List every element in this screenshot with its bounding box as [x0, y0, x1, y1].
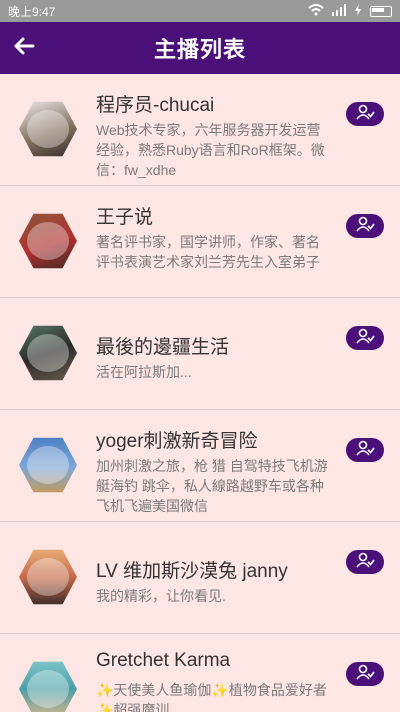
user-follow-icon	[355, 552, 375, 573]
anchor-desc: ✨天使美人鱼瑜伽✨植物食品爱好者✨超强魔训	[96, 682, 327, 712]
anchor-name: yoger刺激新奇冒险	[96, 431, 258, 452]
avatar	[19, 213, 77, 269]
charging-icon	[354, 3, 362, 19]
list-item[interactable]: 王子说 著名评书家，国学讲师，作家、著名评书表演艺术家刘兰芳先生入室弟子	[0, 186, 400, 298]
anchor-desc: 加州刺激之旅，枪 猎 自驾特技飞机游艇海钓 跳伞，私人線路越野车或各种飞机飞遍美…	[96, 458, 328, 514]
anchor-name: 程序员-chucai	[96, 95, 215, 116]
list-item[interactable]: 最後的邊疆生活 活在阿拉斯加...	[0, 298, 400, 410]
list-item[interactable]: Gretchet Karma ✨天使美人鱼瑜伽✨植物食品爱好者✨超强魔训	[0, 634, 400, 712]
back-button[interactable]	[10, 34, 38, 62]
app-bar: 主播列表	[0, 22, 400, 74]
follow-button[interactable]	[346, 550, 384, 574]
user-follow-icon	[355, 104, 375, 125]
follow-button[interactable]	[346, 438, 384, 462]
anchor-name: 最後的邊疆生活	[96, 337, 230, 358]
avatar	[19, 437, 77, 493]
anchor-list[interactable]: 程序员-chucai Web技术专家，六年服务器开发运营经验，熟悉Ruby语言和…	[0, 74, 400, 712]
list-item[interactable]: yoger刺激新奇冒险 加州刺激之旅，枪 猎 自驾特技飞机游艇海钓 跳伞，私人線…	[0, 410, 400, 522]
wifi-icon	[308, 3, 324, 19]
avatar	[19, 661, 77, 712]
follow-button[interactable]	[346, 326, 384, 350]
user-follow-icon	[355, 328, 375, 349]
page-title: 主播列表	[153, 37, 246, 62]
anchor-desc: 我的精彩，让你看见.	[96, 588, 226, 604]
avatar	[19, 101, 77, 157]
list-item[interactable]: LV 维加斯沙漠兔 janny 我的精彩，让你看见.	[0, 522, 400, 634]
status-bar: 晚上9:47	[0, 0, 400, 22]
follow-button[interactable]	[346, 102, 384, 126]
anchor-name: 王子说	[96, 207, 154, 228]
status-time: 晚上9:47	[8, 4, 56, 19]
status-icons	[308, 3, 392, 19]
avatar	[19, 549, 77, 605]
follow-button[interactable]	[346, 214, 384, 238]
anchor-desc: 活在阿拉斯加...	[96, 364, 192, 380]
user-follow-icon	[355, 664, 375, 685]
signal-icon	[332, 3, 346, 19]
anchor-name: LV 维加斯沙漠兔 janny	[96, 561, 288, 582]
avatar	[19, 325, 77, 381]
list-item[interactable]: 程序员-chucai Web技术专家，六年服务器开发运营经验，熟悉Ruby语言和…	[0, 74, 400, 186]
follow-button[interactable]	[346, 662, 384, 686]
anchor-desc: Web技术专家，六年服务器开发运营经验，熟悉Ruby语言和RoR框架。微信：fw…	[96, 122, 325, 178]
user-follow-icon	[355, 440, 375, 461]
user-follow-icon	[355, 216, 375, 237]
battery-icon	[370, 5, 392, 17]
anchor-name: Gretchet Karma	[96, 650, 231, 671]
anchor-desc: 著名评书家，国学讲师，作家、著名评书表演艺术家刘兰芳先生入室弟子	[96, 234, 320, 270]
arrow-left-icon	[13, 35, 35, 62]
